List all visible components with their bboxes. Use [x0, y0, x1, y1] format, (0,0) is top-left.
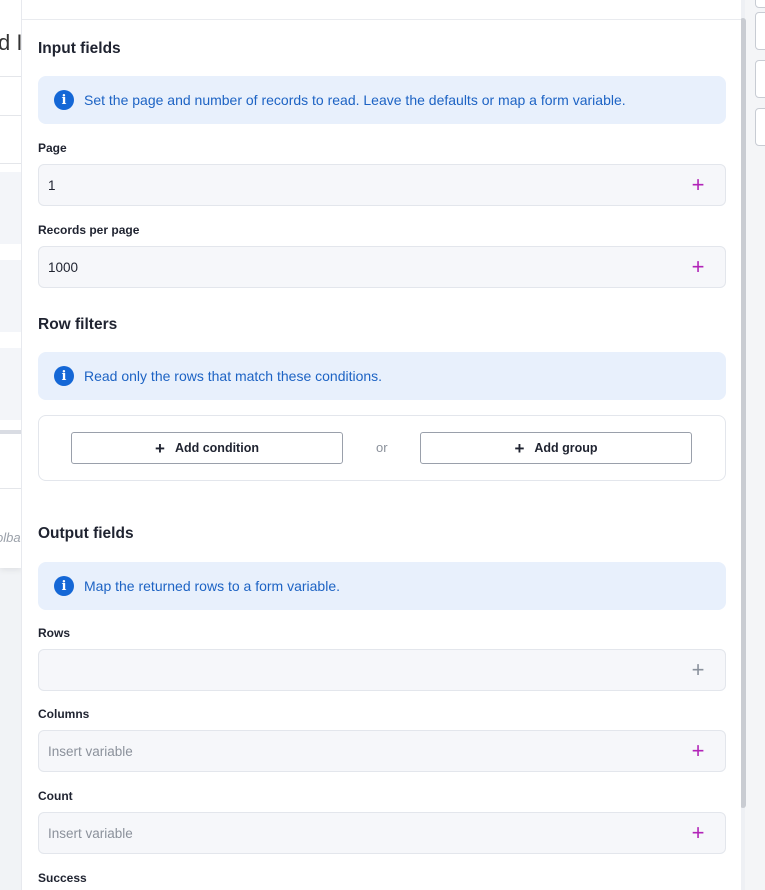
info-icon: i: [54, 90, 74, 110]
background-divider: [0, 115, 22, 116]
settings-panel: Input fields i Set the page and number o…: [21, 0, 741, 890]
info-icon: i: [54, 366, 74, 386]
columns-label: Columns: [38, 707, 90, 721]
add-condition-label: Add condition: [174, 441, 259, 455]
row-filters-info: i Read only the rows that match these co…: [38, 352, 726, 400]
background-toolbar-fragment: olba: [0, 530, 21, 545]
columns-input[interactable]: Insert variable: [39, 744, 686, 759]
columns-field[interactable]: Insert variable +: [38, 730, 726, 772]
rows-label: Rows: [38, 626, 71, 640]
plus-icon[interactable]: +: [686, 255, 710, 279]
background-right-button: [755, 60, 765, 98]
records-per-page-label: Records per page: [38, 223, 140, 237]
background-block: [0, 348, 22, 420]
plus-icon[interactable]: +: [686, 821, 710, 845]
records-per-page-field[interactable]: 1000 +: [38, 246, 726, 288]
plus-icon[interactable]: +: [686, 739, 710, 763]
output-fields-info: i Map the returned rows to a form variab…: [38, 562, 726, 610]
background-right-button: [755, 108, 765, 146]
background-block: [0, 172, 22, 244]
background-page: d I olba: [0, 0, 22, 890]
input-fields-title: Input fields: [38, 40, 121, 57]
row-filters-title: Row filters: [38, 316, 118, 333]
output-fields-info-text: Map the returned rows to a form variable…: [84, 578, 341, 594]
filter-builder: + Add condition or + Add group: [38, 415, 726, 481]
plus-icon[interactable]: +: [686, 173, 710, 197]
background-right-button: [755, 12, 765, 50]
background-title-fragment: d I: [0, 30, 22, 55]
row-filters-info-text: Read only the rows that match these cond…: [84, 368, 383, 384]
count-label: Count: [38, 789, 73, 803]
background-right-button: [755, 0, 765, 8]
add-group-button[interactable]: + Add group: [420, 432, 692, 464]
count-field[interactable]: Insert variable +: [38, 812, 726, 854]
output-fields-title: Output fields: [38, 525, 134, 542]
background-divider: [0, 488, 22, 489]
page-value[interactable]: 1: [39, 178, 686, 193]
page-label: Page: [38, 141, 67, 155]
background-bar: [0, 430, 22, 434]
plus-icon: +: [155, 438, 165, 458]
success-label: Success: [38, 871, 87, 885]
background-divider: [0, 76, 22, 77]
records-per-page-value[interactable]: 1000: [39, 260, 686, 275]
rows-field[interactable]: +: [38, 649, 726, 691]
count-input[interactable]: Insert variable: [39, 826, 686, 841]
background-card: d I: [0, 0, 22, 568]
add-condition-button[interactable]: + Add condition: [71, 432, 343, 464]
panel-header-divider: [22, 19, 741, 20]
info-icon: i: [54, 576, 74, 596]
input-fields-info: i Set the page and number of records to …: [38, 76, 726, 124]
or-separator: or: [376, 440, 388, 455]
page-field[interactable]: 1 +: [38, 164, 726, 206]
plus-icon: +: [514, 438, 525, 458]
background-divider: [0, 163, 22, 164]
background-block: [0, 260, 22, 332]
input-fields-info-text: Set the page and number of records to re…: [84, 92, 626, 108]
add-group-label: Add group: [534, 441, 598, 455]
plus-icon[interactable]: +: [686, 658, 710, 682]
